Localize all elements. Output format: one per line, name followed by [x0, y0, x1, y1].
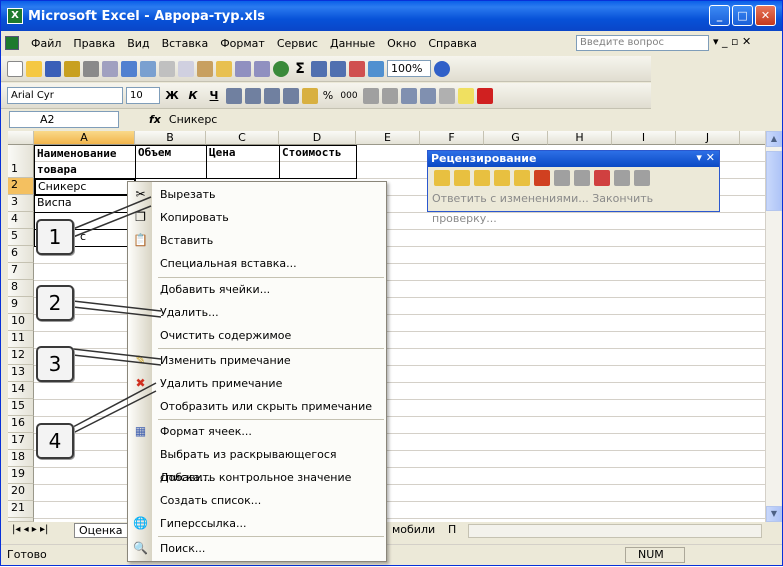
callout-lines	[72, 196, 162, 434]
callout-2: 2	[36, 285, 74, 321]
callout-3: 3	[36, 346, 74, 382]
callout-1: 1	[36, 219, 74, 255]
callout-4: 4	[36, 423, 74, 459]
excel-window: X Microsoft Excel - Аврора-тур.xls _ □ ✕…	[0, 0, 783, 566]
